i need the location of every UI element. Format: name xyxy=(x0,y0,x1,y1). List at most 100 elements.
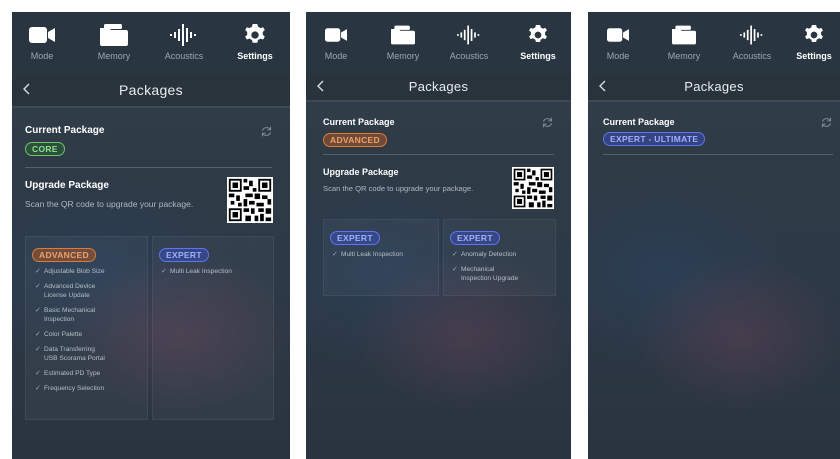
nav-memory-label: Memory xyxy=(97,51,131,61)
upgrade-card-expert[interactable]: EXPERT ✓ Multi Leak Inspection xyxy=(323,219,439,296)
refresh-icon[interactable] xyxy=(260,125,273,138)
current-package-badge: ADVANCED xyxy=(323,133,387,147)
header-divider xyxy=(306,100,571,102)
nav-memory[interactable]: Memory xyxy=(652,24,716,61)
sound-wave-icon xyxy=(457,24,481,46)
nav-mode-label: Mode xyxy=(606,51,630,61)
nav-acoustics[interactable]: Acoustics xyxy=(720,24,784,61)
nav-memory-label: Memory xyxy=(667,51,701,61)
phone-screen-expert-ultimate: Mode Memory Acoustics Settings Packages … xyxy=(588,12,840,459)
feature-list: ✓ Anomaly Detection ✓ Mechanical Inspection… xyxy=(452,250,554,289)
feature-item: ✓ Multi Leak Inspection xyxy=(161,268,232,275)
sound-wave-icon xyxy=(740,24,764,46)
current-package-label: Current Package xyxy=(25,125,105,136)
video-camera-icon xyxy=(607,24,629,46)
current-package-badge: EXPERT - ULTIMATE xyxy=(603,132,706,146)
nav-mode-label: Mode xyxy=(30,51,54,61)
upgrade-card-expert[interactable]: EXPERT ✓ Anomaly Detection ✓ Mechanical Ins… xyxy=(443,219,556,296)
phone-screen-core: Mode Memory Acoustics Settings Packages … xyxy=(12,12,290,459)
feature-item: ✓ Multi Leak Inspection xyxy=(332,251,403,258)
nav-settings-label: Settings xyxy=(520,51,556,61)
header-divider xyxy=(12,106,290,108)
top-nav: Mode Memory Acoustics Settings xyxy=(306,12,571,74)
nav-acoustics[interactable]: Acoustics xyxy=(437,24,501,61)
upgrade-card-expert[interactable]: EXPERT ✓ Multi Leak Inspection xyxy=(152,236,274,420)
nav-acoustics-label: Acoustics xyxy=(732,51,772,61)
section-divider xyxy=(323,154,554,155)
feature-list: ✓ Adjustable Blob Size ✓ Advanced Device Li… xyxy=(35,267,145,399)
top-nav: Mode Memory Acoustics Settings xyxy=(12,12,290,74)
sound-wave-icon xyxy=(170,24,198,46)
current-package-badge: CORE xyxy=(25,142,65,156)
nav-settings[interactable]: Settings xyxy=(223,24,287,61)
section-divider xyxy=(603,154,833,155)
check-icon: ✓ xyxy=(35,283,41,290)
check-icon: ✓ xyxy=(35,385,41,392)
folder-icon xyxy=(391,24,415,46)
nav-settings-label: Settings xyxy=(237,51,273,61)
refresh-icon[interactable] xyxy=(541,116,554,129)
video-camera-icon xyxy=(325,24,347,46)
screen-header: Packages xyxy=(588,74,840,100)
nav-acoustics[interactable]: Acoustics xyxy=(152,24,216,61)
gear-icon xyxy=(804,24,824,46)
package-badge: EXPERT xyxy=(159,248,209,262)
current-package-label: Current Package xyxy=(603,117,675,127)
phone-screen-advanced: Mode Memory Acoustics Settings Packages … xyxy=(306,12,571,459)
screen-header: Packages xyxy=(306,74,571,100)
check-icon: ✓ xyxy=(35,370,41,377)
nav-mode[interactable]: Mode xyxy=(588,24,650,61)
upgrade-package-label: Upgrade Package xyxy=(25,180,109,191)
check-icon: ✓ xyxy=(35,346,41,353)
check-icon: ✓ xyxy=(35,268,41,275)
refresh-icon[interactable] xyxy=(820,116,833,129)
check-icon: ✓ xyxy=(35,307,41,314)
header-divider xyxy=(588,100,840,102)
check-icon: ✓ xyxy=(35,331,41,338)
feature-item: ✓ Adjustable Blob Size xyxy=(35,268,105,275)
page-title: Packages xyxy=(684,79,744,94)
nav-memory-label: Memory xyxy=(386,51,420,61)
nav-acoustics-label: Acoustics xyxy=(164,51,204,61)
section-divider xyxy=(25,167,272,168)
check-icon: ✓ xyxy=(452,251,458,258)
package-badge: EXPERT xyxy=(330,231,380,245)
check-icon: ✓ xyxy=(332,251,338,258)
upgrade-package-label: Upgrade Package xyxy=(323,167,399,177)
page-title: Packages xyxy=(408,79,469,94)
check-icon: ✓ xyxy=(161,268,167,275)
feature-item: ✓ Mechanical Inspection Upgrade xyxy=(452,266,519,282)
feature-item: ✓ Anomaly Detection xyxy=(452,251,517,258)
feature-item: ✓ Estimated PD Type xyxy=(35,370,101,377)
nav-memory[interactable]: Memory xyxy=(82,24,146,61)
nav-mode-label: Mode xyxy=(324,51,348,61)
nav-acoustics-label: Acoustics xyxy=(449,51,489,61)
qr-code xyxy=(227,177,273,223)
nav-memory[interactable]: Memory xyxy=(371,24,435,61)
video-camera-icon xyxy=(29,24,55,46)
feature-item: ✓ Frequency Selection xyxy=(35,385,105,392)
package-badge: EXPERT xyxy=(450,231,500,245)
feature-item: ✓ Basic Mechanical Inspection xyxy=(35,307,96,323)
folder-icon xyxy=(672,24,696,46)
feature-item: ✓ Color Palette xyxy=(35,331,83,338)
folder-icon xyxy=(100,24,128,46)
gear-icon xyxy=(244,24,266,46)
page-title: Packages xyxy=(119,82,183,98)
screen-header: Packages xyxy=(12,74,290,106)
nav-mode[interactable]: Mode xyxy=(12,24,74,61)
upgrade-description: Scan the QR code to upgrade your package… xyxy=(323,184,474,193)
feature-list: ✓ Multi Leak Inspection xyxy=(161,267,271,282)
gear-icon xyxy=(528,24,548,46)
nav-mode[interactable]: Mode xyxy=(306,24,368,61)
nav-settings-label: Settings xyxy=(796,51,832,61)
feature-item: ✓ Advanced Device License Update xyxy=(35,283,96,299)
top-nav: Mode Memory Acoustics Settings xyxy=(588,12,840,74)
nav-settings[interactable]: Settings xyxy=(506,24,570,61)
upgrade-card-advanced[interactable]: ADVANCED ✓ Adjustable Blob Size ✓ Advanced… xyxy=(25,236,148,420)
check-icon: ✓ xyxy=(452,266,458,273)
nav-settings[interactable]: Settings xyxy=(782,24,840,61)
upgrade-description: Scan the QR code to upgrade your package… xyxy=(25,199,194,209)
qr-code xyxy=(512,167,554,209)
feature-list: ✓ Multi Leak Inspection xyxy=(332,250,436,265)
